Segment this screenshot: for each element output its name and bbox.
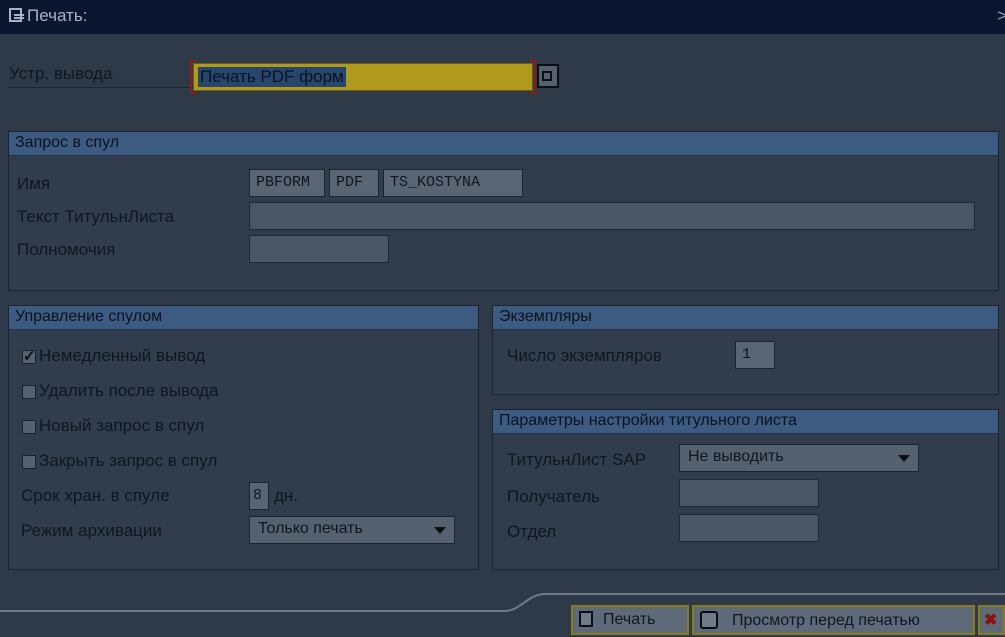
cover-sheet-group: Параметры настройки титульного листа Тит… [492,409,999,570]
chevron-down-icon [434,527,446,534]
name-field-2[interactable]: PDF [329,169,379,197]
dialog-content: Устр. вывода Печать PDF форм Запрос в сп… [0,34,1005,637]
print-preview-button[interactable]: Просмотр перед печатью [692,605,975,635]
delete-after-output-label: Удалить после вывода [39,381,219,400]
window-icon [9,8,24,22]
copy-icon [542,71,552,81]
print-button[interactable]: Печать [571,605,689,635]
copies-group: Экземпляры Число экземпляров 1 [492,305,999,395]
spool-request-group: Запрос в спул Имя PBFORM PDF TS_KOSTYNA … [8,131,999,291]
archive-mode-select[interactable]: Только печать [249,516,455,544]
authorization-label: Полномочия [17,240,116,259]
focus-bracket-left [190,60,196,94]
name-label: Имя [17,174,51,193]
name-field-1[interactable]: PBFORM [249,169,325,197]
preview-icon [700,611,718,629]
authorization-field[interactable] [249,235,389,263]
recipient-field[interactable] [679,479,819,507]
copies-count-field[interactable]: 1 [735,341,775,369]
cancel-icon: ✖ [984,612,998,629]
chevron-down-icon [898,455,910,462]
output-device-value: Печать PDF форм [198,67,346,87]
cover-text-field[interactable] [249,202,975,230]
spool-control-title: Управление спулом [9,306,478,330]
close-spool-request-label: Закрыть запрос в спул [39,451,218,470]
department-label: Отдел [507,522,557,541]
new-spool-request-checkbox[interactable] [22,420,36,434]
name-field-3[interactable]: TS_KOSTYNA [383,169,523,197]
output-device-field[interactable]: Печать PDF форм [190,60,536,94]
sap-cover-select[interactable]: Не выводить [679,444,919,472]
sap-cover-value: Не выводить [688,448,784,465]
overflow-arrow-icon[interactable]: > [997,6,1005,26]
spool-request-title: Запрос в спул [9,132,998,156]
archive-mode-value: Только печать [258,520,363,537]
copies-title: Экземпляры [493,306,998,330]
printer-icon [579,611,593,627]
archive-mode-label: Режим архивации [21,521,162,540]
sap-cover-label: ТитульнЛист SAP [507,450,647,469]
print-preview-label: Просмотр перед печатью [732,612,920,629]
close-spool-request-checkbox[interactable] [22,455,36,469]
immediate-output-checkbox[interactable] [22,347,36,365]
department-field[interactable] [679,514,819,542]
cover-text-label: Текст ТитульнЛиста [17,207,175,226]
spool-control-group: Управление спулом Немедленный вывод Удал… [8,305,479,570]
retention-unit: дн. [274,486,299,505]
copies-count-label: Число экземпляров [507,346,662,365]
retention-label: Срок хран. в спуле [21,486,170,505]
cancel-button[interactable]: ✖ [978,605,1005,635]
output-device-label: Устр. вывода [9,64,113,83]
title-bar: Печать: > [0,0,1005,34]
cover-sheet-title: Параметры настройки титульного листа [493,410,998,434]
focus-bracket-right [530,60,536,94]
recipient-label: Получатель [507,487,600,506]
immediate-output-label: Немедленный вывод [39,346,206,365]
delete-after-output-checkbox[interactable] [22,385,36,399]
output-device-search-button[interactable] [537,64,559,88]
window-title: Печать: [27,6,88,25]
retention-field[interactable]: 8 [249,482,269,510]
new-spool-request-label: Новый запрос в спул [39,416,205,435]
print-button-label: Печать [603,611,656,628]
